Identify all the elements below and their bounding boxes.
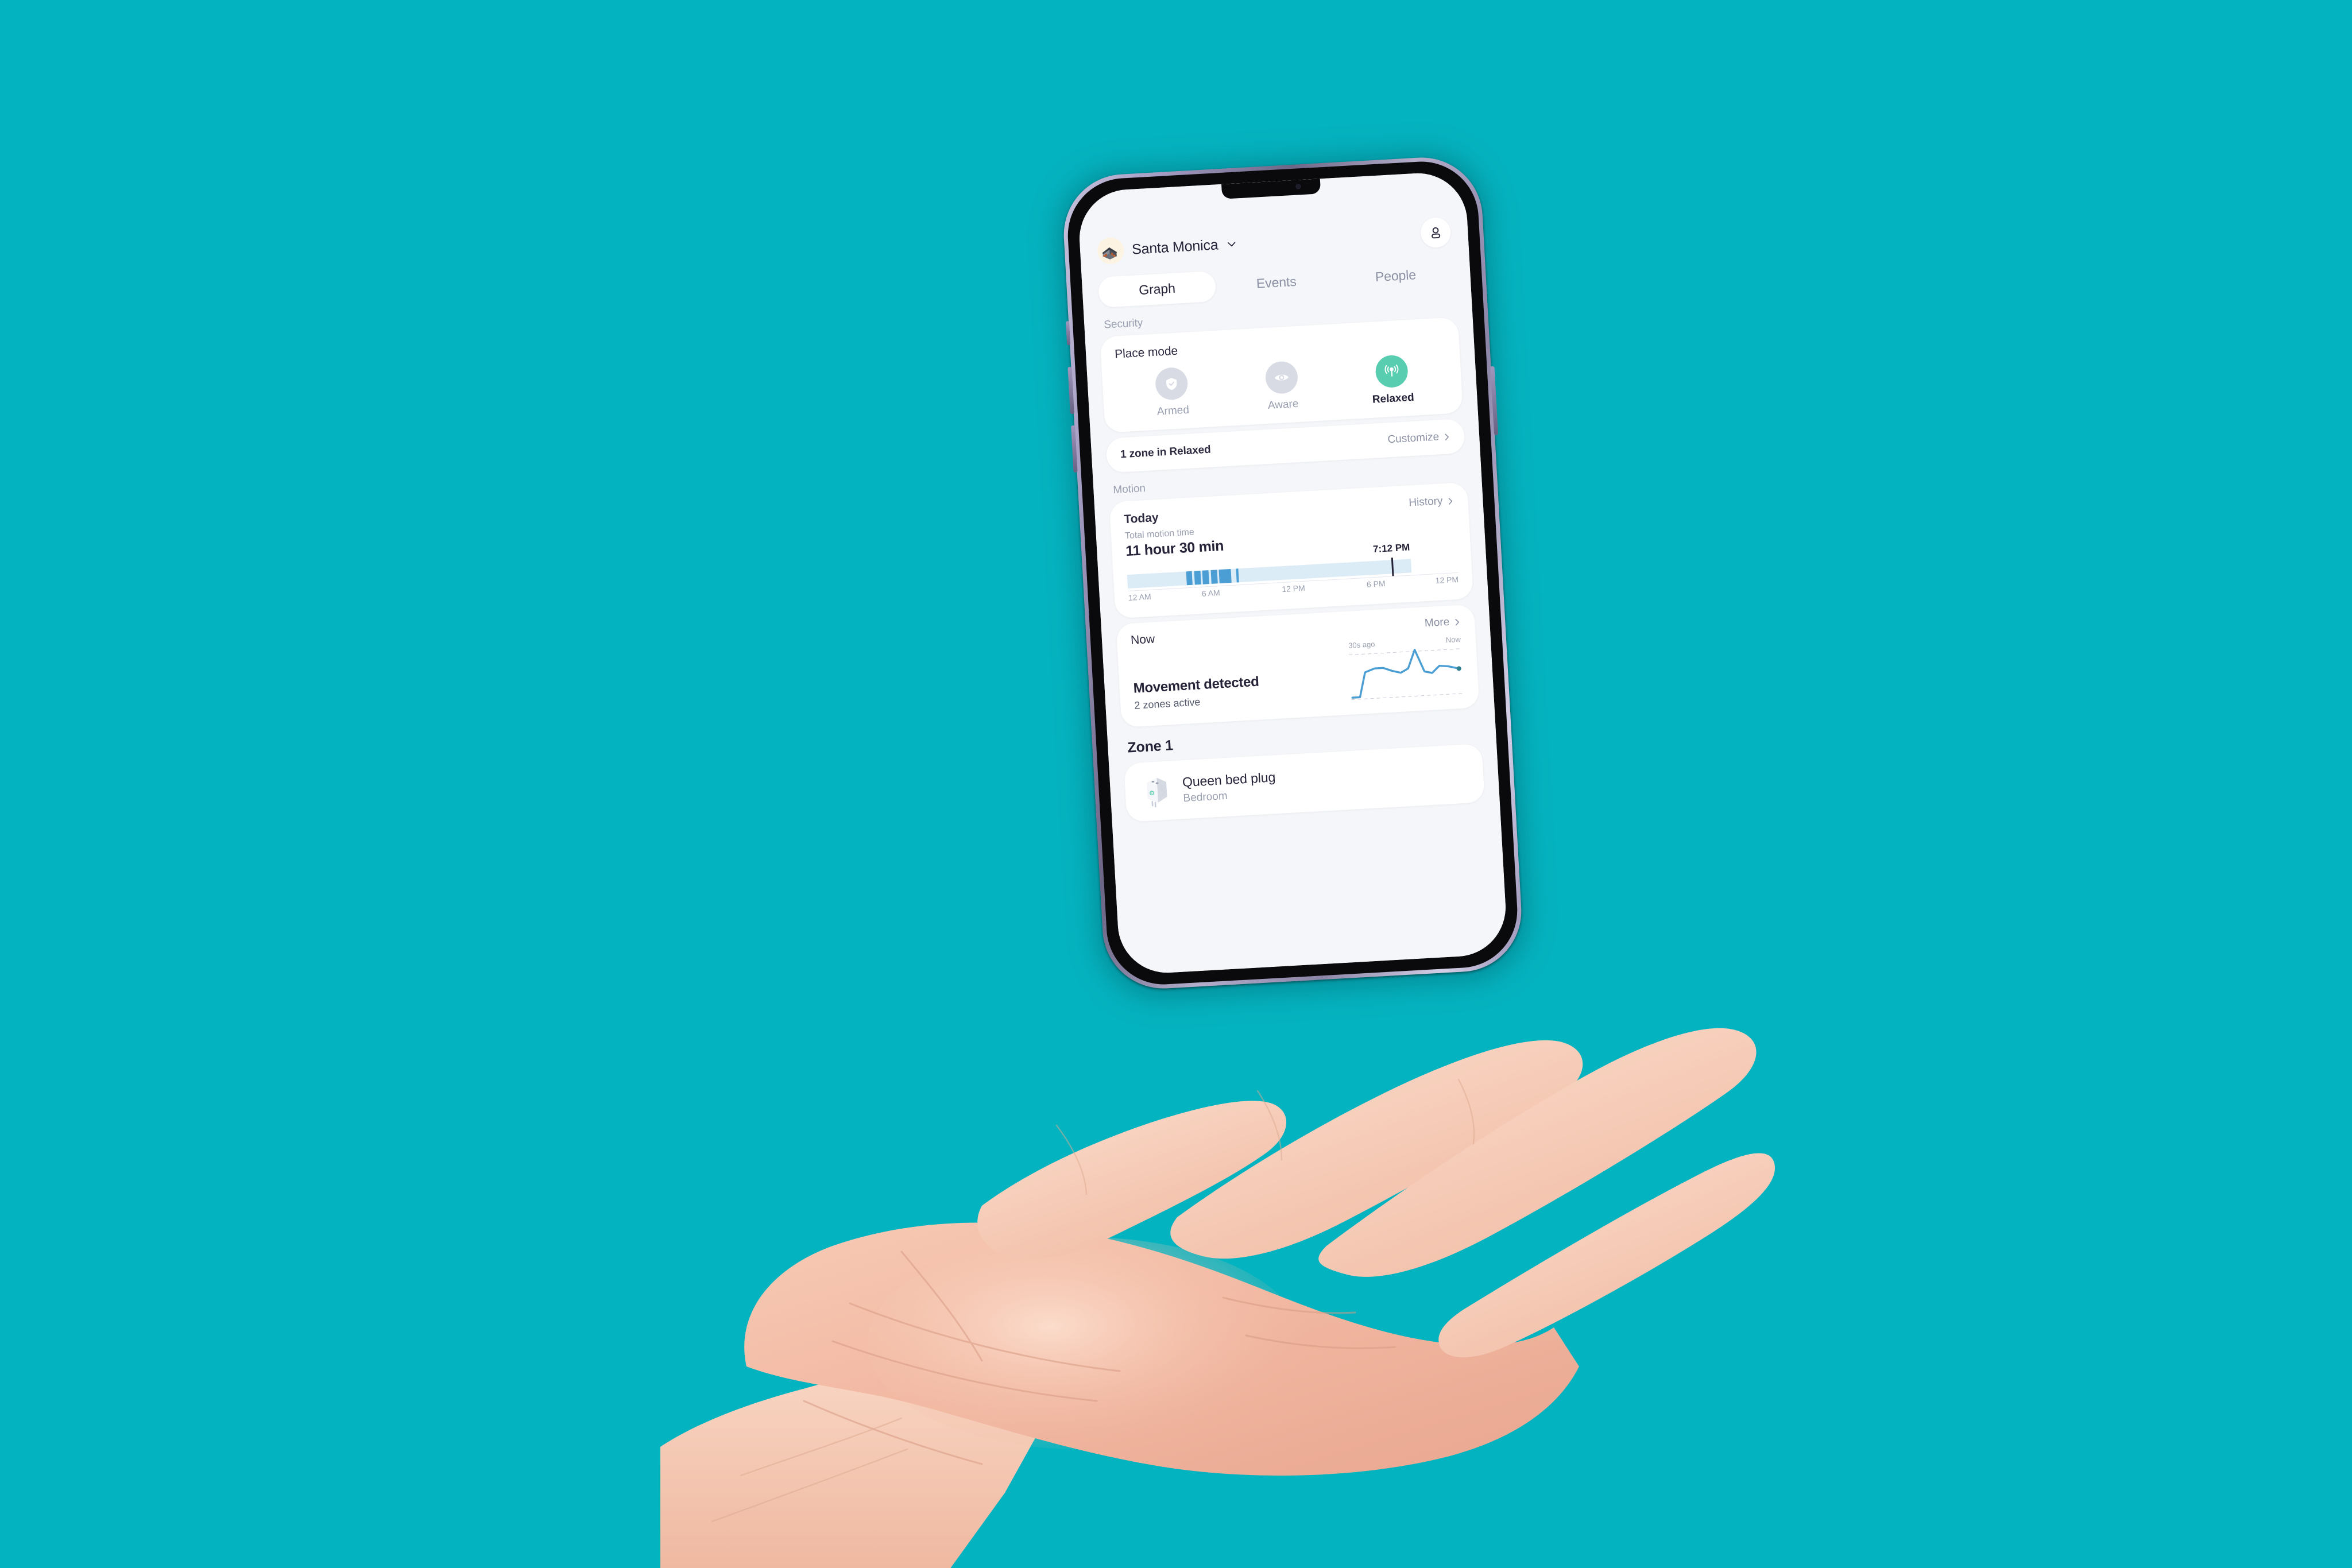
now-activity-card: Now More Movement detected 2 zones activ… xyxy=(1116,604,1480,728)
scene-background: Santa Monica Graph Events People Securit… xyxy=(0,0,2352,1568)
timeline-segment xyxy=(1202,570,1210,584)
device-card-queen-bed-plug[interactable]: Queen bed plug Bedroom xyxy=(1124,744,1485,822)
timeline-now-marker-label: 7:12 PM xyxy=(1372,541,1410,555)
now-spacer xyxy=(1154,617,1424,632)
chevron-down-icon[interactable] xyxy=(1226,238,1238,250)
shield-check-icon xyxy=(1154,366,1189,401)
history-link[interactable]: History xyxy=(1409,494,1454,509)
smartphone-device: Santa Monica Graph Events People Securit… xyxy=(1055,150,1530,1000)
now-sparkline-chart[interactable]: 30s ago Now xyxy=(1347,634,1465,703)
sparkline-path xyxy=(1351,649,1460,699)
more-label: More xyxy=(1424,615,1450,630)
motion-timeline-chart[interactable]: 7:12 PM 12 AM 6 AM 12 PM 6 PM 12 PM xyxy=(1127,542,1460,608)
timeline-segment xyxy=(1194,570,1201,585)
device-room: Bedroom xyxy=(1183,789,1228,804)
timeline-tick-label: 6 AM xyxy=(1201,588,1221,598)
now-text-group: Movement detected 2 zones active xyxy=(1133,669,1351,715)
today-title: Today xyxy=(1123,510,1159,526)
account-button[interactable] xyxy=(1419,216,1452,249)
place-name[interactable]: Santa Monica xyxy=(1131,237,1218,258)
sparkline-endpoint xyxy=(1456,666,1461,671)
place-mode-card: Place mode Armed Aware Relaxed xyxy=(1100,317,1463,433)
now-body: Movement detected 2 zones active 30s ago… xyxy=(1131,634,1465,715)
mode-armed[interactable]: Armed xyxy=(1116,365,1228,420)
tab-events[interactable]: Events xyxy=(1217,264,1336,301)
timeline-segment xyxy=(1218,569,1232,584)
sparkline-right-label: Now xyxy=(1445,634,1461,645)
house-icon xyxy=(1096,237,1125,265)
timeline-tick-label: 12 PM xyxy=(1435,574,1459,586)
smart-plug-icon xyxy=(1147,777,1167,808)
today-total-value: 11 hour 30 min xyxy=(1125,537,1224,560)
timeline-tick-label: 6 PM xyxy=(1366,579,1386,589)
front-camera-icon xyxy=(1295,184,1301,189)
tab-people[interactable]: People xyxy=(1336,258,1455,295)
now-title: Now xyxy=(1130,632,1155,647)
chevron-right-icon xyxy=(1455,618,1459,626)
phone-bezel: Santa Monica Graph Events People Securit… xyxy=(1065,158,1521,988)
history-label: History xyxy=(1408,495,1443,509)
header-spacer xyxy=(1245,234,1413,243)
app-root: Santa Monica Graph Events People Securit… xyxy=(1077,171,1508,975)
more-link[interactable]: More xyxy=(1424,615,1461,630)
place-mode-options: Armed Aware Relaxed xyxy=(1116,352,1449,420)
sparkline-gridline-top xyxy=(1349,648,1461,656)
today-text-group: Today Total motion time 11 hour 30 min xyxy=(1124,508,1224,560)
sparkline-left-label: 30s ago xyxy=(1348,640,1375,650)
mode-relaxed-label: Relaxed xyxy=(1372,391,1415,406)
today-spacer xyxy=(1221,497,1408,508)
customize-label: Customize xyxy=(1387,431,1440,446)
timeline-tick-label: 12 PM xyxy=(1281,583,1306,594)
mode-relaxed[interactable]: Relaxed xyxy=(1336,353,1448,408)
timeline-tick-label: 12 AM xyxy=(1128,591,1152,603)
customize-link[interactable]: Customize xyxy=(1387,430,1451,446)
tab-graph[interactable]: Graph xyxy=(1097,270,1217,308)
chevron-right-icon xyxy=(1445,433,1449,440)
timeline-segment xyxy=(1210,570,1218,584)
eye-icon xyxy=(1264,361,1299,395)
zone-status-text: 1 zone in Relaxed xyxy=(1120,443,1212,461)
device-text-group: Queen bed plug Bedroom xyxy=(1182,769,1276,805)
sparkline-gridline-bottom xyxy=(1351,693,1464,700)
today-motion-card: Today Total motion time 11 hour 30 min H… xyxy=(1109,482,1473,619)
phone-screen: Santa Monica Graph Events People Securit… xyxy=(1077,171,1508,975)
mode-aware-label: Aware xyxy=(1267,397,1299,412)
broadcast-icon xyxy=(1375,354,1409,389)
mode-armed-label: Armed xyxy=(1156,404,1190,418)
person-icon xyxy=(1432,227,1441,239)
timeline-segment xyxy=(1186,571,1193,586)
device-name: Queen bed plug xyxy=(1182,769,1276,789)
mode-aware[interactable]: Aware xyxy=(1227,358,1339,414)
chevron-right-icon xyxy=(1448,497,1453,505)
